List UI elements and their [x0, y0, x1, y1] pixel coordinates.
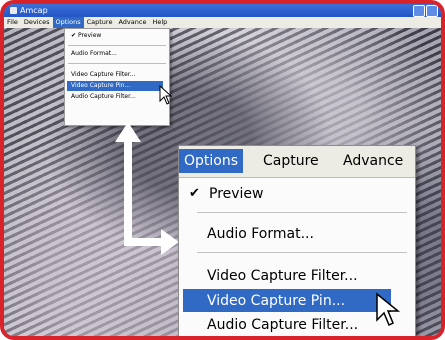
menu-help[interactable]: Help: [149, 17, 170, 28]
zoomed-item-preview[interactable]: Preview: [209, 182, 409, 206]
menu-devices[interactable]: Devices: [21, 17, 53, 28]
arrow-up-icon: [115, 122, 141, 142]
options-dropdown: ✔ Preview Audio Format... Video Capture …: [64, 28, 173, 126]
menu-advance[interactable]: Advance: [115, 17, 149, 28]
mouse-cursor-icon: [376, 292, 401, 327]
menu-item-audio-format[interactable]: Audio Format...: [71, 49, 165, 59]
checkmark-icon: ✔: [189, 186, 200, 201]
maximize-button[interactable]: [426, 5, 438, 17]
window-title: Amcap: [20, 6, 48, 15]
menu-capture[interactable]: Capture: [84, 17, 116, 28]
minimize-button[interactable]: [413, 5, 425, 17]
arrow-right-icon: [161, 229, 179, 255]
menu-options[interactable]: Options: [52, 17, 84, 28]
arrow-shaft-horizontal: [124, 238, 164, 246]
zoomed-menu-bar: Options Capture Advance: [179, 146, 415, 178]
zoomed-menu-options[interactable]: Options: [179, 149, 244, 173]
menu-separator: [197, 252, 407, 253]
zoomed-menu-advance[interactable]: Advance: [343, 153, 403, 169]
zoomed-options-menu: Options Capture Advance ✔ Preview Audio …: [178, 145, 416, 336]
app-icon: [10, 7, 17, 14]
menu-item-audio-capture-filter[interactable]: Audio Capture Filter...: [71, 92, 165, 102]
menu-item-video-capture-pin[interactable]: Video Capture Pin...: [67, 81, 163, 91]
title-bar: Amcap: [4, 4, 441, 17]
menu-bar: File Devices Options Capture Advance Help: [4, 17, 441, 28]
menu-separator: [68, 45, 166, 46]
menu-item-preview[interactable]: ✔ Preview: [71, 31, 165, 41]
zoomed-item-audio-format[interactable]: Audio Format...: [207, 222, 407, 246]
menu-separator: [197, 212, 407, 213]
mouse-cursor-icon: [159, 85, 173, 105]
menu-item-video-capture-filter[interactable]: Video Capture Filter...: [71, 70, 165, 80]
menu-separator: [68, 63, 166, 64]
screenshot-frame: Amcap File Devices Options Capture Advance He…: [0, 0, 445, 340]
zoomed-menu-capture[interactable]: Capture: [263, 153, 319, 169]
zoomed-item-video-capture-filter[interactable]: Video Capture Filter...: [207, 264, 407, 288]
arrow-shaft-vertical: [124, 138, 132, 246]
menu-file[interactable]: File: [4, 17, 21, 28]
